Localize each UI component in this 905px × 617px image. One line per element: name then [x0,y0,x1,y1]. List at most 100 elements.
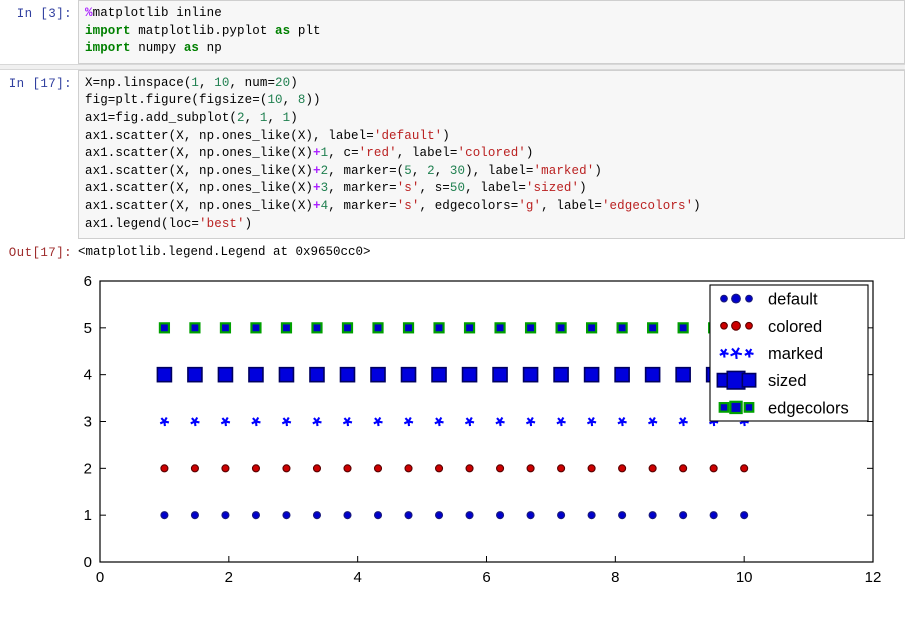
marker-colored [740,464,749,473]
marker-edgecolors [189,322,201,334]
legend-label-edgecolors: edgecolors [768,400,849,418]
marker-default [343,511,352,520]
marker-default [526,511,535,520]
y-tick-label: 2 [84,460,92,477]
notebook-page: In [3]: %matplotlib inline import matplo… [0,0,905,617]
code-line: %matplotlib inline [85,6,222,20]
marker-edgecolors [647,322,659,334]
marker-edgecolors [524,322,537,334]
code-line: ax1.scatter(X, np.ones_like(X)+3, marker… [85,181,587,196]
code-line: ax1=fig.add_subplot(2, 1, 1) [85,110,298,125]
marker-default [190,511,199,520]
legend-label-colored: colored [768,318,822,336]
marker-colored [434,464,444,473]
marker-colored [496,464,505,473]
marker-edgecolors [219,322,232,334]
marker-colored [587,464,596,473]
marker-edgecolors [311,322,323,334]
marker-edgecolors [677,322,689,334]
marker-sized [461,366,478,383]
marker-edgecolors [494,322,506,334]
marker-edgecolors [586,322,598,334]
y-tick-label: 3 [84,414,92,431]
marker-default [160,511,169,520]
x-tick-label: 2 [225,569,233,586]
marker-legend-edgecolors [743,402,755,413]
marker-default [587,511,596,520]
marker-sized [400,366,417,383]
marker-default [557,511,566,520]
marker-default [679,511,688,520]
marker-colored [465,464,474,473]
marker-sized [644,366,661,383]
code-line: fig=plt.figure(figsize=(10, 8)) [85,93,321,108]
code-cell-2[interactable]: In [17]: X=np.linspace(1, 10, num=20) fi… [0,69,905,240]
marker-sized [553,366,569,383]
marker-default [709,511,718,520]
marker-edgecolors [463,322,476,334]
marker-colored [190,464,199,473]
y-tick-label: 4 [84,367,92,384]
y-tick-label: 6 [84,273,92,290]
marker-edgecolors [555,322,567,334]
marker-default [465,511,474,520]
x-tick-label: 12 [865,569,882,586]
marker-sized [156,366,173,383]
marker-edgecolors [372,322,384,334]
marker-colored [557,464,566,473]
legend-label-default: default [768,291,818,309]
marker-sized [370,366,386,383]
marker-colored [709,464,718,473]
marker-colored [312,464,322,473]
code-line: ax1.legend(loc='best') [85,216,253,231]
cell-prompt-in-17: In [17]: [8,76,72,91]
marker-edgecolors [433,322,445,334]
marker-colored [526,464,535,473]
marker-legend-default [745,294,753,303]
marker-edgecolors [341,322,354,334]
marker-edgecolors [616,322,628,334]
x-tick-label: 0 [96,569,104,586]
marker-edgecolors [402,322,415,334]
y-tick-label: 0 [84,554,92,571]
marker-sized [492,366,508,383]
code-line: import matplotlib.pyplot as plt [85,23,321,38]
marker-sized [217,366,234,383]
code-line: ax1.scatter(X, np.ones_like(X)+4, marker… [85,198,701,213]
legend-label-marked: marked [768,345,823,363]
marker-edgecolors [158,322,171,334]
code-line: X=np.linspace(1, 10, num=20) [85,75,298,90]
marker-default [221,511,230,520]
marker-default [404,511,413,520]
marker-colored [373,464,383,473]
marker-legend-edgecolors [718,402,730,413]
marker-default [496,511,505,520]
marker-colored [648,464,657,473]
marker-legend-colored [731,321,741,331]
marker-default [648,511,657,520]
code-editor-1[interactable]: %matplotlib inline import matplotlib.pyp… [78,0,905,64]
x-tick-label: 4 [353,569,361,586]
chart-legend: default colored marked sized edgecolors [709,284,869,422]
marker-legend-default [731,293,741,304]
marker-sized [339,366,356,383]
cell-prompt-out-17: Out[17]: [8,246,72,261]
marker-colored [251,464,261,473]
marker-legend-colored [720,322,728,330]
marker-colored [343,464,352,473]
marker-default [282,511,291,520]
code-editor-2[interactable]: X=np.linspace(1, 10, num=20) fig=plt.fig… [78,69,905,240]
marker-default [312,511,322,520]
marker-default [740,511,749,520]
marker-sized [431,366,447,383]
matplotlib-figure: 0 2 4 6 8 10 120123456defaultcoloredmarkedsize… [84,273,882,586]
code-cell-1[interactable]: In [3]: %matplotlib inline import matplo… [0,0,905,64]
marker-default [618,511,627,520]
marker-colored [160,464,169,473]
marker-default [434,511,444,520]
code-line: ax1.scatter(X, np.ones_like(X)+1, c='red… [85,146,534,161]
code-line: import numpy as np [85,41,222,56]
code-line: ax1.scatter(X, np.ones_like(X)+2, marker… [85,163,602,178]
output-repr-text: <matplotlib.legend.Legend at 0x9650cc0> [78,245,371,260]
marker-legend-edgecolors [729,400,743,415]
